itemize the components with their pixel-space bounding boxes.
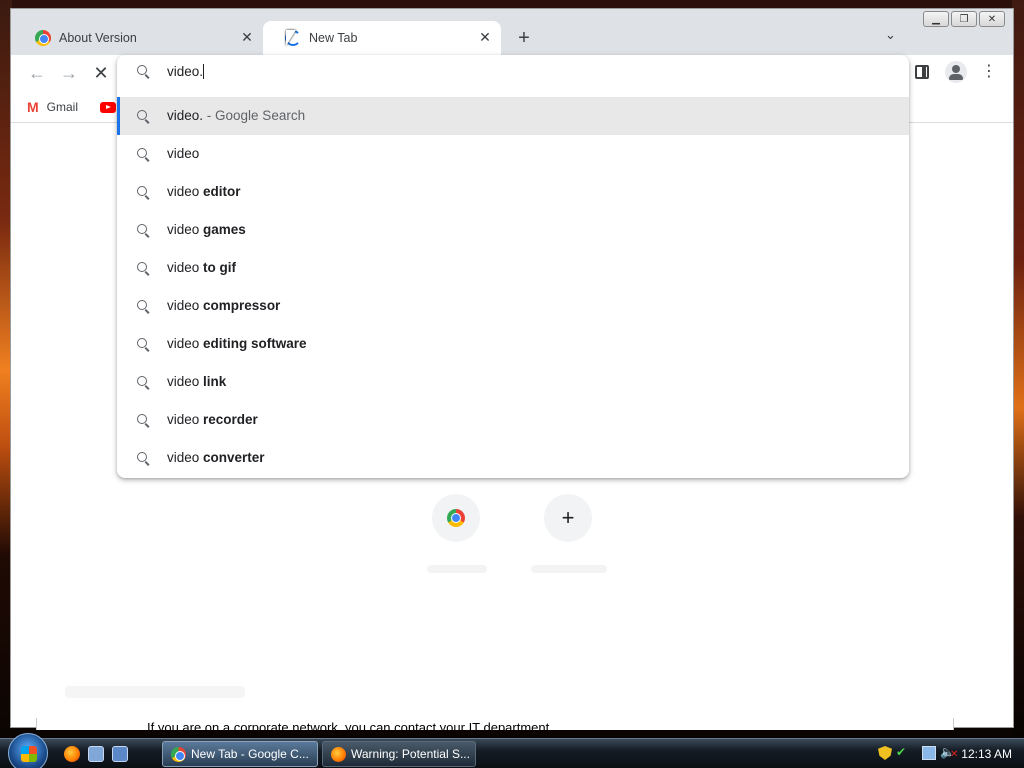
suggestion-text: video converter: [167, 450, 265, 465]
suggestion-text: video. - Google Search: [167, 108, 306, 123]
back-arrow-icon[interactable]: ←: [25, 63, 49, 84]
window-controls: ▁ ❐ ✕: [923, 11, 1005, 27]
system-tray: ✔ 🔈 ✕ 12:13 AM: [874, 739, 1024, 768]
ntp-shortcut-label-placeholder: [531, 565, 607, 573]
suggestion-text: video editing software: [167, 336, 307, 351]
tab-title: New Tab: [309, 31, 358, 45]
tab-strip: About Version ✕ New Tab ✕ + ⌄ ▁ ❐ ✕: [11, 9, 1013, 55]
search-icon: [137, 338, 147, 348]
omnibox-suggestion[interactable]: video editing software: [117, 325, 909, 363]
suggestion-text: video games: [167, 222, 246, 237]
forward-arrow-icon[interactable]: →: [57, 63, 81, 84]
start-button[interactable]: [8, 733, 48, 768]
security-shield-icon[interactable]: [878, 746, 892, 760]
kebab-menu-icon[interactable]: ⋮: [981, 61, 997, 83]
suggestion-text: video compressor: [167, 298, 281, 313]
omnibox-input-row[interactable]: video.: [117, 55, 909, 89]
checkmark-icon[interactable]: ✔: [896, 745, 910, 759]
search-icon: [137, 65, 147, 75]
search-icon: [137, 452, 147, 462]
omnibox-suggestion[interactable]: video: [117, 135, 909, 173]
side-panel-icon[interactable]: [915, 65, 929, 79]
tab-about-version[interactable]: About Version ✕: [13, 21, 263, 55]
firefox-quicklaunch-icon[interactable]: [64, 746, 80, 762]
gmail-icon: M: [27, 99, 39, 115]
youtube-icon[interactable]: [100, 102, 116, 113]
ntp-shortcut-chrome[interactable]: [432, 494, 480, 542]
stop-loading-icon[interactable]: ✕: [89, 63, 113, 84]
mouse-cursor: [286, 30, 296, 46]
search-icon: [137, 376, 147, 386]
taskbar-item-firefox[interactable]: Warning: Potential S...: [322, 741, 476, 767]
show-desktop-icon[interactable]: [88, 746, 104, 762]
tab-title: About Version: [59, 31, 137, 45]
suggestion-text: video to gif: [167, 260, 237, 275]
suggestion-text: video recorder: [167, 412, 258, 427]
chrome-icon: [447, 509, 465, 527]
search-icon: [137, 414, 147, 424]
omnibox-suggestion[interactable]: video converter: [117, 439, 909, 477]
suggestion-text: video editor: [167, 184, 241, 199]
bookmark-gmail[interactable]: M Gmail: [27, 99, 78, 115]
ntp-shortcut-label-placeholder: [427, 565, 487, 573]
omnibox-suggestion[interactable]: video compressor: [117, 287, 909, 325]
omnibox-suggestion[interactable]: video link: [117, 363, 909, 401]
omnibox-dropdown: video. video. - Google Search video video …: [117, 55, 909, 478]
network-icon[interactable]: [922, 746, 936, 760]
clock[interactable]: 12:13 AM: [961, 747, 1012, 761]
minimize-button[interactable]: ▁: [923, 11, 949, 27]
page-text: If you are on a corporate network, you c…: [147, 720, 550, 730]
chrome-favicon-icon: [35, 30, 51, 46]
taskbar-item-chrome[interactable]: New Tab - Google C...: [162, 741, 318, 767]
switch-windows-icon[interactable]: [112, 746, 128, 762]
taskbar-item-label: Warning: Potential S...: [351, 747, 470, 761]
windows-taskbar: New Tab - Google C... Warning: Potential…: [0, 733, 1024, 768]
omnibox-suggestion[interactable]: video games: [117, 211, 909, 249]
search-icon: [137, 110, 147, 120]
omnibox-suggestion[interactable]: video to gif: [117, 249, 909, 287]
omnibox-suggestion[interactable]: video recorder: [117, 401, 909, 439]
new-tab-button[interactable]: +: [513, 27, 535, 50]
text-caret: [203, 64, 205, 79]
ntp-footer-placeholder: [65, 686, 245, 698]
tab-new-tab[interactable]: New Tab ✕: [263, 21, 501, 55]
chrome-icon: [171, 747, 186, 762]
search-icon: [137, 148, 147, 158]
bookmark-label: Gmail: [46, 100, 79, 114]
search-icon: [137, 186, 147, 196]
search-icon: [137, 300, 147, 310]
suggestion-text: video: [167, 146, 200, 161]
tab-search-chevron-icon[interactable]: ⌄: [885, 27, 896, 43]
address-bar-input[interactable]: video.: [167, 64, 867, 79]
background-page-strip: If you are on a corporate network, you c…: [36, 718, 954, 730]
omnibox-suggestion[interactable]: video editor: [117, 173, 909, 211]
close-icon[interactable]: ✕: [239, 29, 255, 46]
search-icon: [137, 224, 147, 234]
firefox-icon: [331, 747, 346, 762]
omnibox-suggestion[interactable]: video. - Google Search: [117, 97, 909, 135]
suggestion-text: video link: [167, 374, 227, 389]
ntp-add-shortcut-button[interactable]: +: [544, 494, 592, 542]
browser-window: About Version ✕ New Tab ✕ + ⌄ ▁ ❐ ✕ ← → …: [10, 8, 1014, 728]
close-window-button[interactable]: ✕: [979, 11, 1005, 27]
close-icon[interactable]: ✕: [477, 29, 493, 46]
search-icon: [137, 262, 147, 272]
profile-avatar-icon[interactable]: [945, 61, 967, 83]
taskbar-item-label: New Tab - Google C...: [191, 747, 309, 761]
maximize-button[interactable]: ❐: [951, 11, 977, 27]
